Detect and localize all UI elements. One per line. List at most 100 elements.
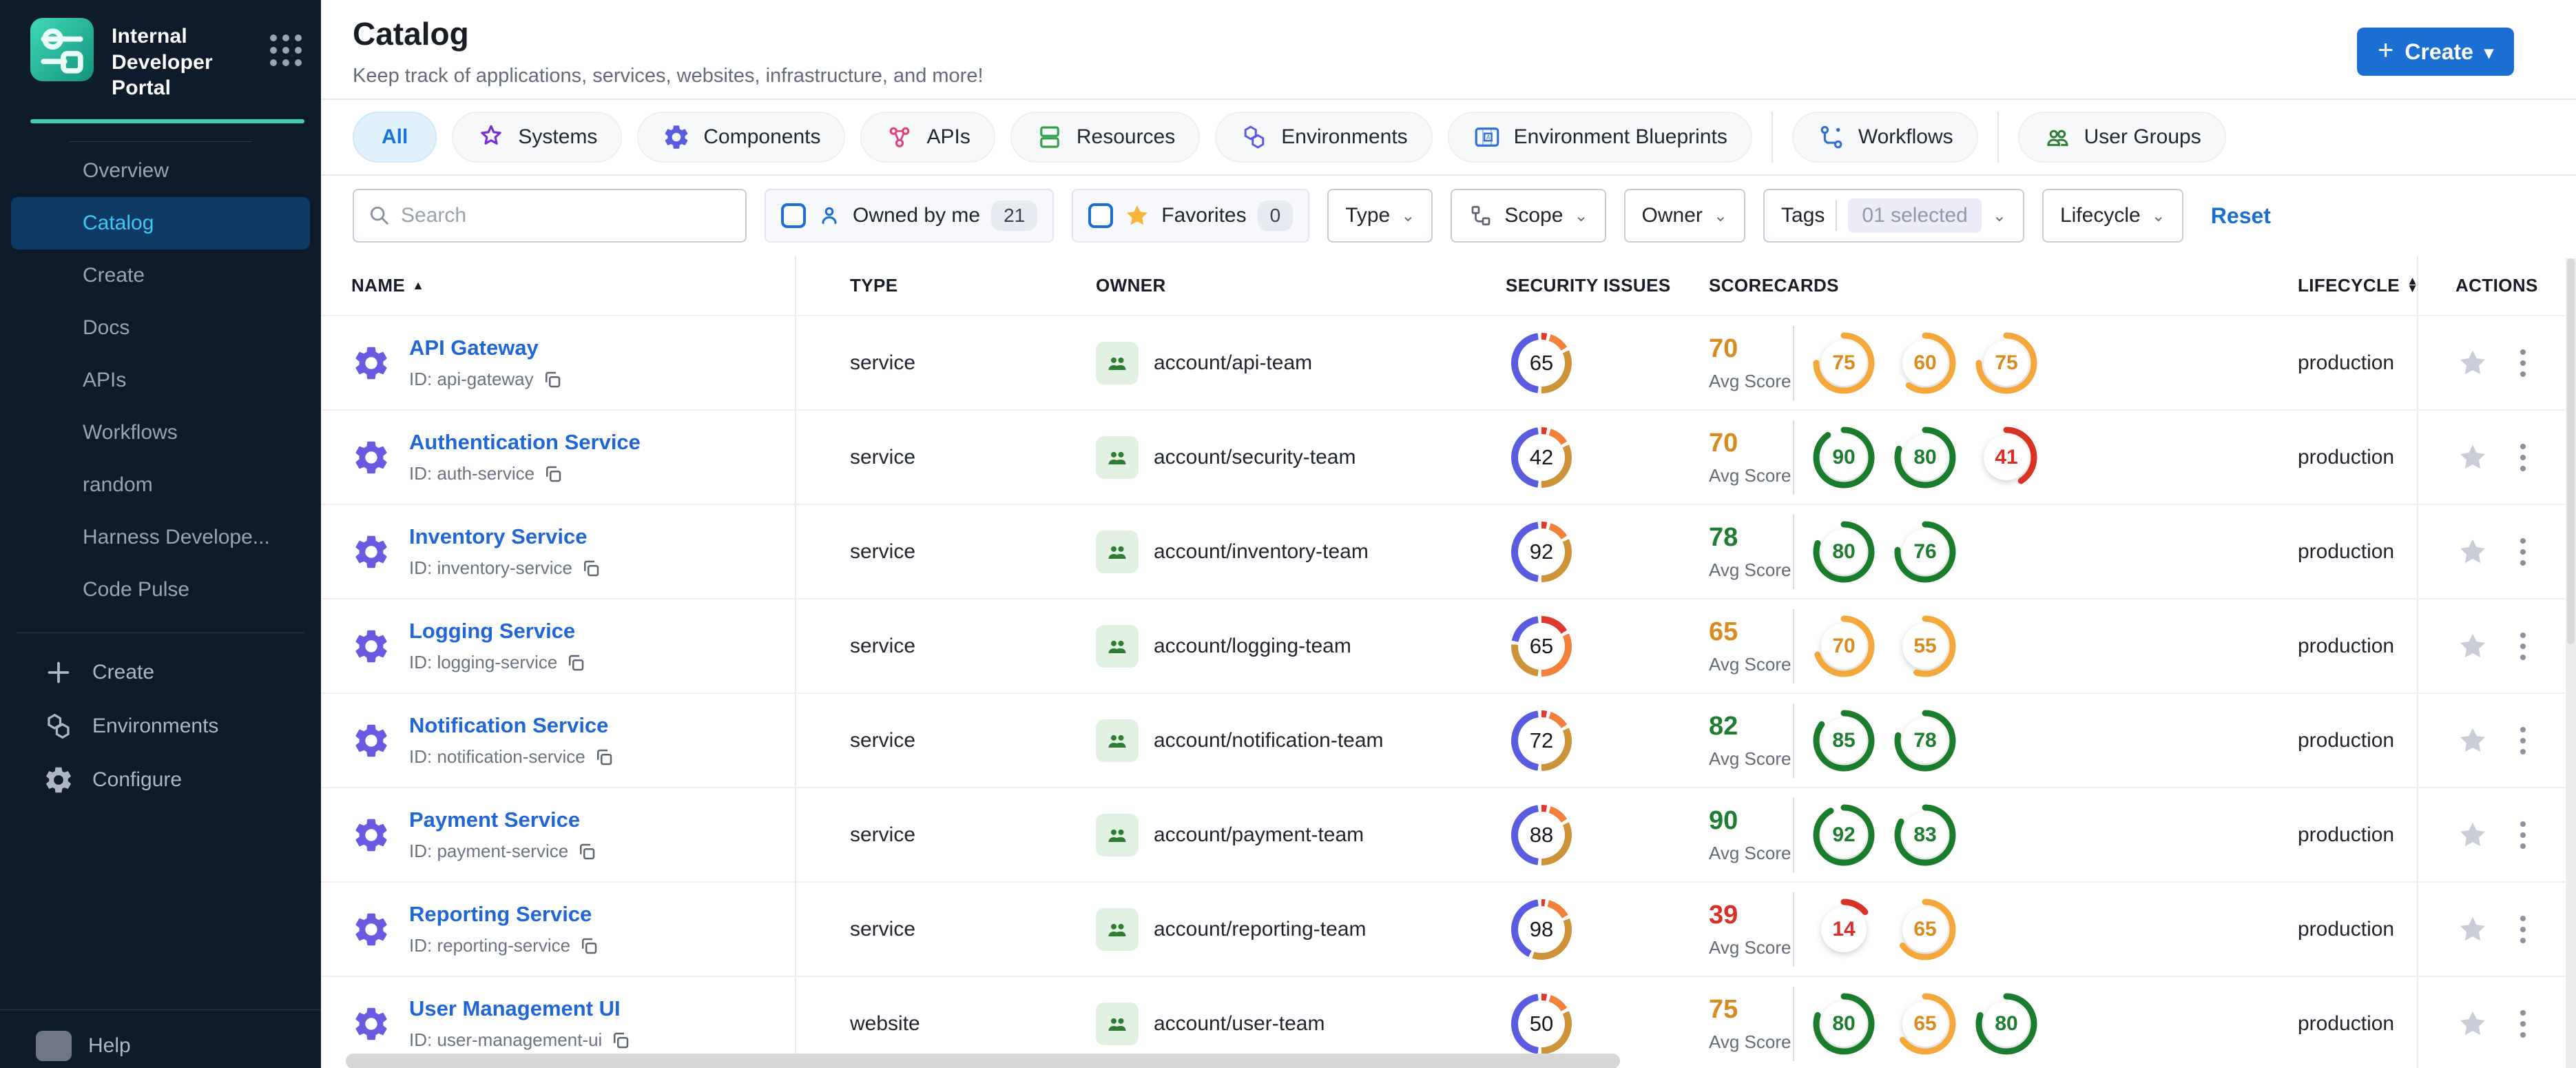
sidebar-item-overview[interactable]: Overview (11, 145, 310, 197)
sidebar-item-docs[interactable]: Docs (11, 302, 310, 354)
create-button[interactable]: + Create ▾ (2356, 28, 2514, 76)
scorecard-ring[interactable]: 80 (1812, 992, 1876, 1056)
sidebar-item-catalog[interactable]: Catalog (11, 196, 310, 249)
owned-by-me-checkbox[interactable] (781, 203, 806, 228)
sidebar-item-code-pulse[interactable]: Code Pulse (11, 564, 310, 616)
row-menu-button[interactable] (2516, 1006, 2530, 1042)
copy-icon[interactable] (577, 841, 597, 862)
scorecard-value: 65 (1913, 917, 1937, 941)
favorite-star-button[interactable] (2457, 536, 2489, 568)
app-grid-icon[interactable] (270, 34, 302, 66)
row-menu-button[interactable] (2516, 440, 2530, 475)
column-header-name[interactable]: NAME ▲ (321, 256, 796, 315)
copy-icon[interactable] (610, 1030, 631, 1051)
entity-name-link[interactable]: Reporting Service (409, 902, 599, 927)
scope-dropdown[interactable]: Scope ⌄ (1451, 189, 1606, 243)
security-issues-donut[interactable]: 88 (1511, 804, 1572, 865)
security-issues-donut[interactable]: 72 (1511, 710, 1572, 771)
row-menu-button[interactable] (2516, 817, 2530, 853)
tab-apis[interactable]: APIs (860, 112, 995, 163)
sidebar-item-harness-develope[interactable]: Harness Develope... (11, 511, 310, 564)
entity-name-link[interactable]: API Gateway (409, 336, 563, 360)
help-item[interactable]: Help (0, 1024, 321, 1068)
scorecard-ring[interactable]: 65 (1893, 898, 1957, 961)
sidebar-footer-configure[interactable]: Configure (0, 753, 321, 807)
tab-workflows[interactable]: Workflows (1791, 112, 1978, 163)
scorecard-ring[interactable]: 14 (1812, 898, 1876, 961)
sidebar-item-random[interactable]: random (11, 459, 310, 511)
sidebar-footer-create[interactable]: Create (0, 646, 321, 699)
tab-environment-blueprints[interactable]: A Environment Blueprints (1447, 112, 1752, 163)
favorite-star-button[interactable] (2457, 1008, 2489, 1040)
sidebar-footer-environments[interactable]: Environments (0, 699, 321, 753)
reset-filters-link[interactable]: Reset (2211, 203, 2271, 229)
sidebar-item-create[interactable]: Create (11, 249, 310, 302)
scorecard-ring[interactable]: 70 (1812, 615, 1876, 678)
row-menu-button[interactable] (2516, 534, 2530, 570)
scorecard-ring[interactable]: 90 (1812, 426, 1876, 489)
type-dropdown[interactable]: Type ⌄ (1327, 189, 1433, 243)
row-menu-button[interactable] (2516, 912, 2530, 947)
copy-icon[interactable] (579, 936, 599, 956)
favorites-checkbox[interactable] (1088, 203, 1114, 228)
vertical-scrollbar[interactable] (2566, 258, 2576, 1068)
scorecard-ring[interactable]: 80 (1893, 426, 1957, 489)
column-header-lifecycle[interactable]: LIFECYCLE ▲ ▼ (2298, 275, 2418, 296)
owner-dropdown[interactable]: Owner ⌄ (1623, 189, 1746, 243)
scorecard-ring[interactable]: 92 (1812, 803, 1876, 867)
scorecard-ring[interactable]: 80 (1812, 520, 1876, 584)
row-menu-button[interactable] (2516, 628, 2530, 664)
scorecard-ring[interactable]: 60 (1893, 331, 1957, 395)
security-issues-donut[interactable]: 50 (1511, 993, 1572, 1054)
type-cell: website (850, 1011, 920, 1035)
scorecard-ring[interactable]: 78 (1893, 709, 1957, 772)
search-input[interactable] (401, 204, 731, 227)
copy-icon[interactable] (594, 747, 614, 768)
security-issues-donut[interactable]: 65 (1511, 615, 1572, 677)
tab-systems[interactable]: Systems (452, 112, 623, 163)
sidebar-item-apis[interactable]: APIs (11, 354, 310, 407)
security-issues-donut[interactable]: 42 (1511, 427, 1572, 488)
tab-user-groups[interactable]: User Groups (2017, 112, 2226, 163)
tab-all[interactable]: All (353, 112, 437, 163)
favorite-star-button[interactable] (2457, 442, 2489, 473)
entity-name-link[interactable]: Payment Service (409, 808, 597, 832)
scorecard-ring[interactable]: 76 (1893, 520, 1957, 584)
entity-name-link[interactable]: User Management UI (409, 996, 631, 1021)
entity-name-link[interactable]: Authentication Service (409, 430, 641, 455)
favorite-star-button[interactable] (2457, 347, 2489, 379)
copy-icon[interactable] (542, 369, 563, 390)
tab-components[interactable]: Components (637, 112, 846, 163)
row-menu-button[interactable] (2516, 345, 2530, 381)
security-issues-donut[interactable]: 92 (1511, 521, 1572, 582)
favorite-star-button[interactable] (2457, 819, 2489, 851)
copy-icon[interactable] (543, 464, 563, 484)
copy-icon[interactable] (581, 558, 601, 579)
scorecard-ring[interactable]: 75 (1812, 331, 1876, 395)
owned-by-me-filter[interactable]: Owned by me 21 (765, 189, 1055, 243)
tags-dropdown[interactable]: Tags 01 selected ⌄ (1763, 189, 2024, 243)
favorite-star-button[interactable] (2457, 914, 2489, 945)
tab-resources[interactable]: Resources (1010, 112, 1201, 163)
scorecard-ring[interactable]: 55 (1893, 615, 1957, 678)
security-issues-donut[interactable]: 65 (1511, 332, 1572, 393)
row-menu-button[interactable] (2516, 723, 2530, 759)
entity-name-link[interactable]: Logging Service (409, 619, 586, 644)
copy-icon[interactable] (565, 653, 586, 673)
favorite-star-button[interactable] (2457, 630, 2489, 662)
entity-name-link[interactable]: Inventory Service (409, 524, 601, 549)
entity-name-link[interactable]: Notification Service (409, 713, 614, 738)
sidebar-item-workflows[interactable]: Workflows (11, 407, 310, 459)
scorecard-ring[interactable]: 75 (1975, 331, 2038, 395)
scorecard-ring[interactable]: 80 (1975, 992, 2038, 1056)
scorecard-ring[interactable]: 85 (1812, 709, 1876, 772)
scorecard-ring[interactable]: 41 (1975, 426, 2038, 489)
favorite-star-button[interactable] (2457, 725, 2489, 757)
horizontal-scrollbar[interactable] (346, 1054, 1620, 1068)
scorecard-ring[interactable]: 83 (1893, 803, 1957, 867)
scorecard-ring[interactable]: 65 (1893, 992, 1957, 1056)
lifecycle-dropdown[interactable]: Lifecycle ⌄ (2042, 189, 2183, 243)
favorites-filter[interactable]: Favorites 0 (1072, 189, 1310, 243)
security-issues-donut[interactable]: 98 (1511, 898, 1572, 960)
tab-environments[interactable]: Environments (1215, 112, 1433, 163)
